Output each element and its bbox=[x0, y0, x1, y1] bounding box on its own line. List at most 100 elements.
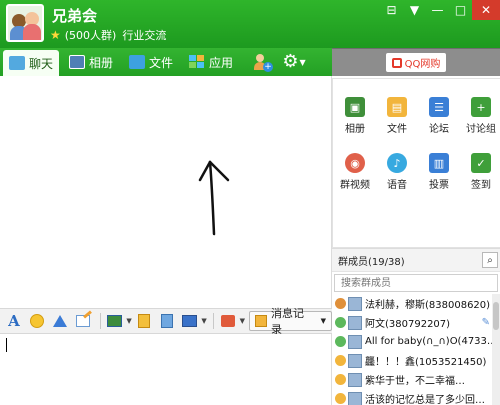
admin-icon bbox=[335, 355, 346, 366]
member-list: 法利赫，穆斯(838008620) 阿文(380792207) ✎ All fo… bbox=[332, 294, 492, 405]
chevron-down-icon[interactable]: ▼ bbox=[240, 317, 245, 325]
tab-label: 文件 bbox=[149, 55, 174, 70]
tab-album[interactable]: 相册 bbox=[63, 50, 119, 74]
app-forum[interactable]: ☰ 论坛 bbox=[419, 97, 459, 135]
owner-icon bbox=[335, 298, 346, 309]
member-search-input[interactable] bbox=[334, 274, 498, 292]
tab-label: 聊天 bbox=[29, 56, 54, 71]
edit-icon[interactable]: ✎ bbox=[482, 317, 490, 328]
shopping-bag-icon bbox=[391, 57, 402, 68]
doodle-button[interactable] bbox=[73, 311, 93, 331]
ad-banner[interactable]: QQ网购 bbox=[332, 48, 500, 76]
app-checkin[interactable]: ✓ 签到 bbox=[461, 153, 500, 191]
group-header: 兄弟会 ★ (500人群) 行业交流 ⊟ ▼ — □ ✕ bbox=[0, 0, 500, 48]
avatar bbox=[348, 353, 362, 368]
close-icon[interactable]: ✕ bbox=[472, 0, 500, 20]
chat-icon bbox=[9, 56, 25, 70]
chevron-down-icon: ▼ bbox=[320, 317, 326, 325]
font-button[interactable]: A bbox=[4, 311, 24, 331]
file-icon bbox=[137, 314, 150, 328]
avatar bbox=[348, 296, 362, 311]
pin-icon[interactable]: ⊟ bbox=[380, 0, 403, 20]
tab-label: 相册 bbox=[89, 55, 114, 70]
smile-icon bbox=[29, 314, 44, 328]
app-voice[interactable]: ♪ 语音 bbox=[377, 153, 417, 191]
member-name: 阿文(380792207) bbox=[365, 319, 451, 330]
group-avatar[interactable] bbox=[6, 4, 44, 42]
shake-icon bbox=[52, 315, 67, 327]
group-subtitle: ★ (500人群) 行业交流 bbox=[50, 27, 166, 43]
star-icon: ★ bbox=[50, 28, 61, 42]
history-icon bbox=[255, 315, 267, 327]
avatar bbox=[348, 391, 362, 405]
app-files[interactable]: ▤ 文件 bbox=[377, 97, 417, 135]
list-item[interactable]: 法利赫，穆斯(838008620) bbox=[332, 294, 492, 313]
member-name: 法利赫，穆斯(838008620) bbox=[365, 300, 491, 311]
emoji-button[interactable] bbox=[27, 311, 47, 331]
annotation-arrow bbox=[198, 160, 230, 236]
admin-icon bbox=[335, 393, 346, 404]
member-name: 活该的记忆总是了多少回… bbox=[365, 395, 485, 405]
screenshot-button[interactable] bbox=[180, 311, 200, 331]
minimize-icon[interactable]: — bbox=[426, 0, 449, 20]
app-label: 讨论组 bbox=[466, 124, 496, 135]
voice-icon: ♪ bbox=[387, 153, 407, 173]
dropdown-icon[interactable]: ▼ bbox=[403, 0, 426, 20]
ad-logo: QQ网购 bbox=[385, 53, 447, 72]
group-name[interactable]: 兄弟会 bbox=[52, 5, 97, 26]
invite-member-button[interactable]: + bbox=[249, 51, 275, 73]
list-item[interactable]: 阿文(380792207) ✎ bbox=[332, 313, 492, 332]
message-input[interactable] bbox=[0, 334, 332, 405]
toolbar-divider bbox=[212, 313, 214, 329]
tab-chat[interactable]: 聊天 bbox=[3, 50, 60, 76]
maximize-icon[interactable]: □ bbox=[449, 0, 472, 20]
forum-icon: ☰ bbox=[429, 97, 449, 117]
send-file-button[interactable] bbox=[134, 311, 154, 331]
more-tools-button[interactable] bbox=[218, 311, 238, 331]
member-name: All for baby(∩_∩)O(4733… bbox=[365, 336, 492, 347]
list-item[interactable]: 龘！！！鑫(1053521450) bbox=[332, 351, 492, 370]
member-name: 紫华于世，不二幸福… bbox=[365, 376, 465, 387]
app-album[interactable]: ▣ 相册 bbox=[335, 97, 375, 135]
app-label: 相册 bbox=[345, 124, 365, 135]
discussion-icon: + bbox=[471, 97, 491, 117]
member-name: 龘！！！鑫(1053521450) bbox=[365, 357, 487, 368]
tab-files[interactable]: 文件 bbox=[123, 50, 179, 74]
chevron-down-icon[interactable]: ▼ bbox=[126, 317, 131, 325]
app-label: 文件 bbox=[387, 124, 407, 135]
tab-apps[interactable]: 应用 bbox=[183, 50, 239, 74]
avatar bbox=[348, 315, 362, 330]
chevron-down-icon[interactable]: ▼ bbox=[201, 317, 206, 325]
app-label: 群视频 bbox=[340, 180, 370, 191]
shake-button[interactable] bbox=[50, 311, 70, 331]
member-list-scrollbar[interactable] bbox=[492, 294, 500, 405]
group-category[interactable]: 行业交流 bbox=[122, 27, 166, 43]
members-title: 群成员(19/38) bbox=[338, 256, 405, 268]
avatar bbox=[348, 372, 362, 387]
doc-button[interactable] bbox=[157, 311, 177, 331]
scrollbar-thumb[interactable] bbox=[493, 302, 499, 330]
app-label: 签到 bbox=[471, 180, 491, 191]
text-cursor bbox=[6, 338, 7, 352]
gear-icon: ⚙ bbox=[282, 51, 299, 72]
online-icon bbox=[335, 317, 346, 328]
chat-message-area[interactable] bbox=[0, 76, 332, 308]
settings-button[interactable]: ⚙ ▼ bbox=[281, 51, 307, 73]
chevron-down-icon: ▼ bbox=[299, 57, 306, 67]
toolbar-divider bbox=[99, 313, 101, 329]
app-vote[interactable]: ▥ 投票 bbox=[419, 153, 459, 191]
document-icon bbox=[160, 314, 173, 328]
tab-bar: 聊天 相册 文件 应用 + ⚙ ▼ bbox=[0, 48, 332, 76]
message-history-button[interactable]: 消息记录 ▼ bbox=[249, 307, 332, 336]
list-item[interactable]: 紫华于世，不二幸福… bbox=[332, 370, 492, 389]
list-item[interactable]: All for baby(∩_∩)O(4733… bbox=[332, 332, 492, 351]
app-video[interactable]: ◉ 群视频 bbox=[335, 153, 375, 191]
right-panel: ▣ 相册 ▤ 文件 ☰ 论坛 + 讨论组 ◉ 群视频 ♪ 语音 ▥ 投票 ✓ 签 bbox=[332, 76, 500, 405]
album-icon: ▣ bbox=[345, 97, 365, 117]
member-search-button[interactable]: ⌕ bbox=[482, 252, 498, 268]
image-button[interactable] bbox=[105, 311, 125, 331]
list-item[interactable]: 活该的记忆总是了多少回… bbox=[332, 389, 492, 405]
app-discussion[interactable]: + 讨论组 bbox=[461, 97, 500, 135]
vote-icon: ▥ bbox=[429, 153, 449, 173]
online-icon bbox=[335, 336, 346, 347]
